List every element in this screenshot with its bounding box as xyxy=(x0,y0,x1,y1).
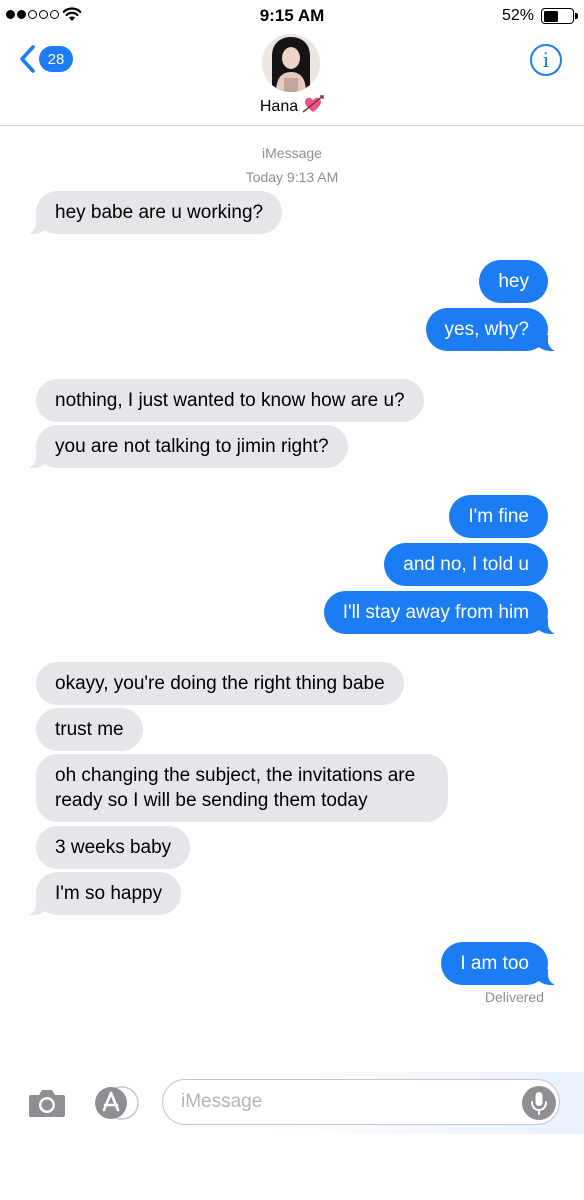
app-store-button[interactable] xyxy=(94,1086,139,1120)
info-button[interactable]: i xyxy=(530,44,562,76)
chevron-left-icon xyxy=(20,45,35,73)
outgoing-message[interactable]: I'll stay away from him xyxy=(323,591,559,634)
incoming-message[interactable]: trust me xyxy=(36,708,143,751)
outgoing-message[interactable]: I am too xyxy=(441,942,558,985)
battery-percentage: 52% xyxy=(501,7,534,24)
outgoing-message[interactable]: hey xyxy=(479,260,548,303)
incoming-message[interactable]: nothing, I just wanted to know how are u… xyxy=(36,379,424,422)
contact-name-label: Hana xyxy=(259,98,299,115)
outgoing-message[interactable]: and no, I told u xyxy=(384,543,548,586)
status-time: 9:15 AM xyxy=(259,6,325,25)
delivery-status: Delivered xyxy=(484,989,544,1005)
back-button[interactable]: 28 xyxy=(18,44,73,74)
outgoing-message[interactable]: yes, why? xyxy=(425,308,559,351)
contact-avatar[interactable] xyxy=(262,34,320,92)
outgoing-message[interactable]: I'm fine xyxy=(449,495,548,538)
incoming-message[interactable]: 3 weeks baby xyxy=(36,826,191,869)
camera-icon xyxy=(29,1090,65,1117)
thread-timestamp: Today 9:13 AM xyxy=(245,169,339,185)
incoming-message[interactable]: oh changing the subject, the invitations… xyxy=(36,754,448,822)
compose-bar xyxy=(0,1072,584,1134)
battery-icon xyxy=(541,8,578,24)
conversation-header: 28 Hana i xyxy=(0,34,584,126)
status-bar: 9:15 AM 52% xyxy=(0,0,584,34)
avatar-photo xyxy=(262,34,320,92)
unread-count-badge: 28 xyxy=(39,46,73,72)
message-input[interactable] xyxy=(162,1079,560,1125)
incoming-message[interactable]: okayy, you're doing the right thing babe xyxy=(36,662,404,705)
microphone-icon xyxy=(531,1092,547,1115)
incoming-message[interactable]: I'm so happy xyxy=(25,872,182,915)
info-icon: i xyxy=(542,48,550,72)
service-label: iMessage xyxy=(262,145,322,161)
incoming-message[interactable]: hey babe are u working? xyxy=(25,191,283,234)
heart-with-arrow-icon xyxy=(302,95,324,113)
contact-name[interactable]: Hana xyxy=(0,94,584,116)
microphone-button[interactable] xyxy=(522,1086,556,1120)
camera-button[interactable] xyxy=(28,1088,66,1123)
app-store-icon xyxy=(95,1086,139,1120)
incoming-message[interactable]: you are not talking to jimin right? xyxy=(26,425,348,468)
